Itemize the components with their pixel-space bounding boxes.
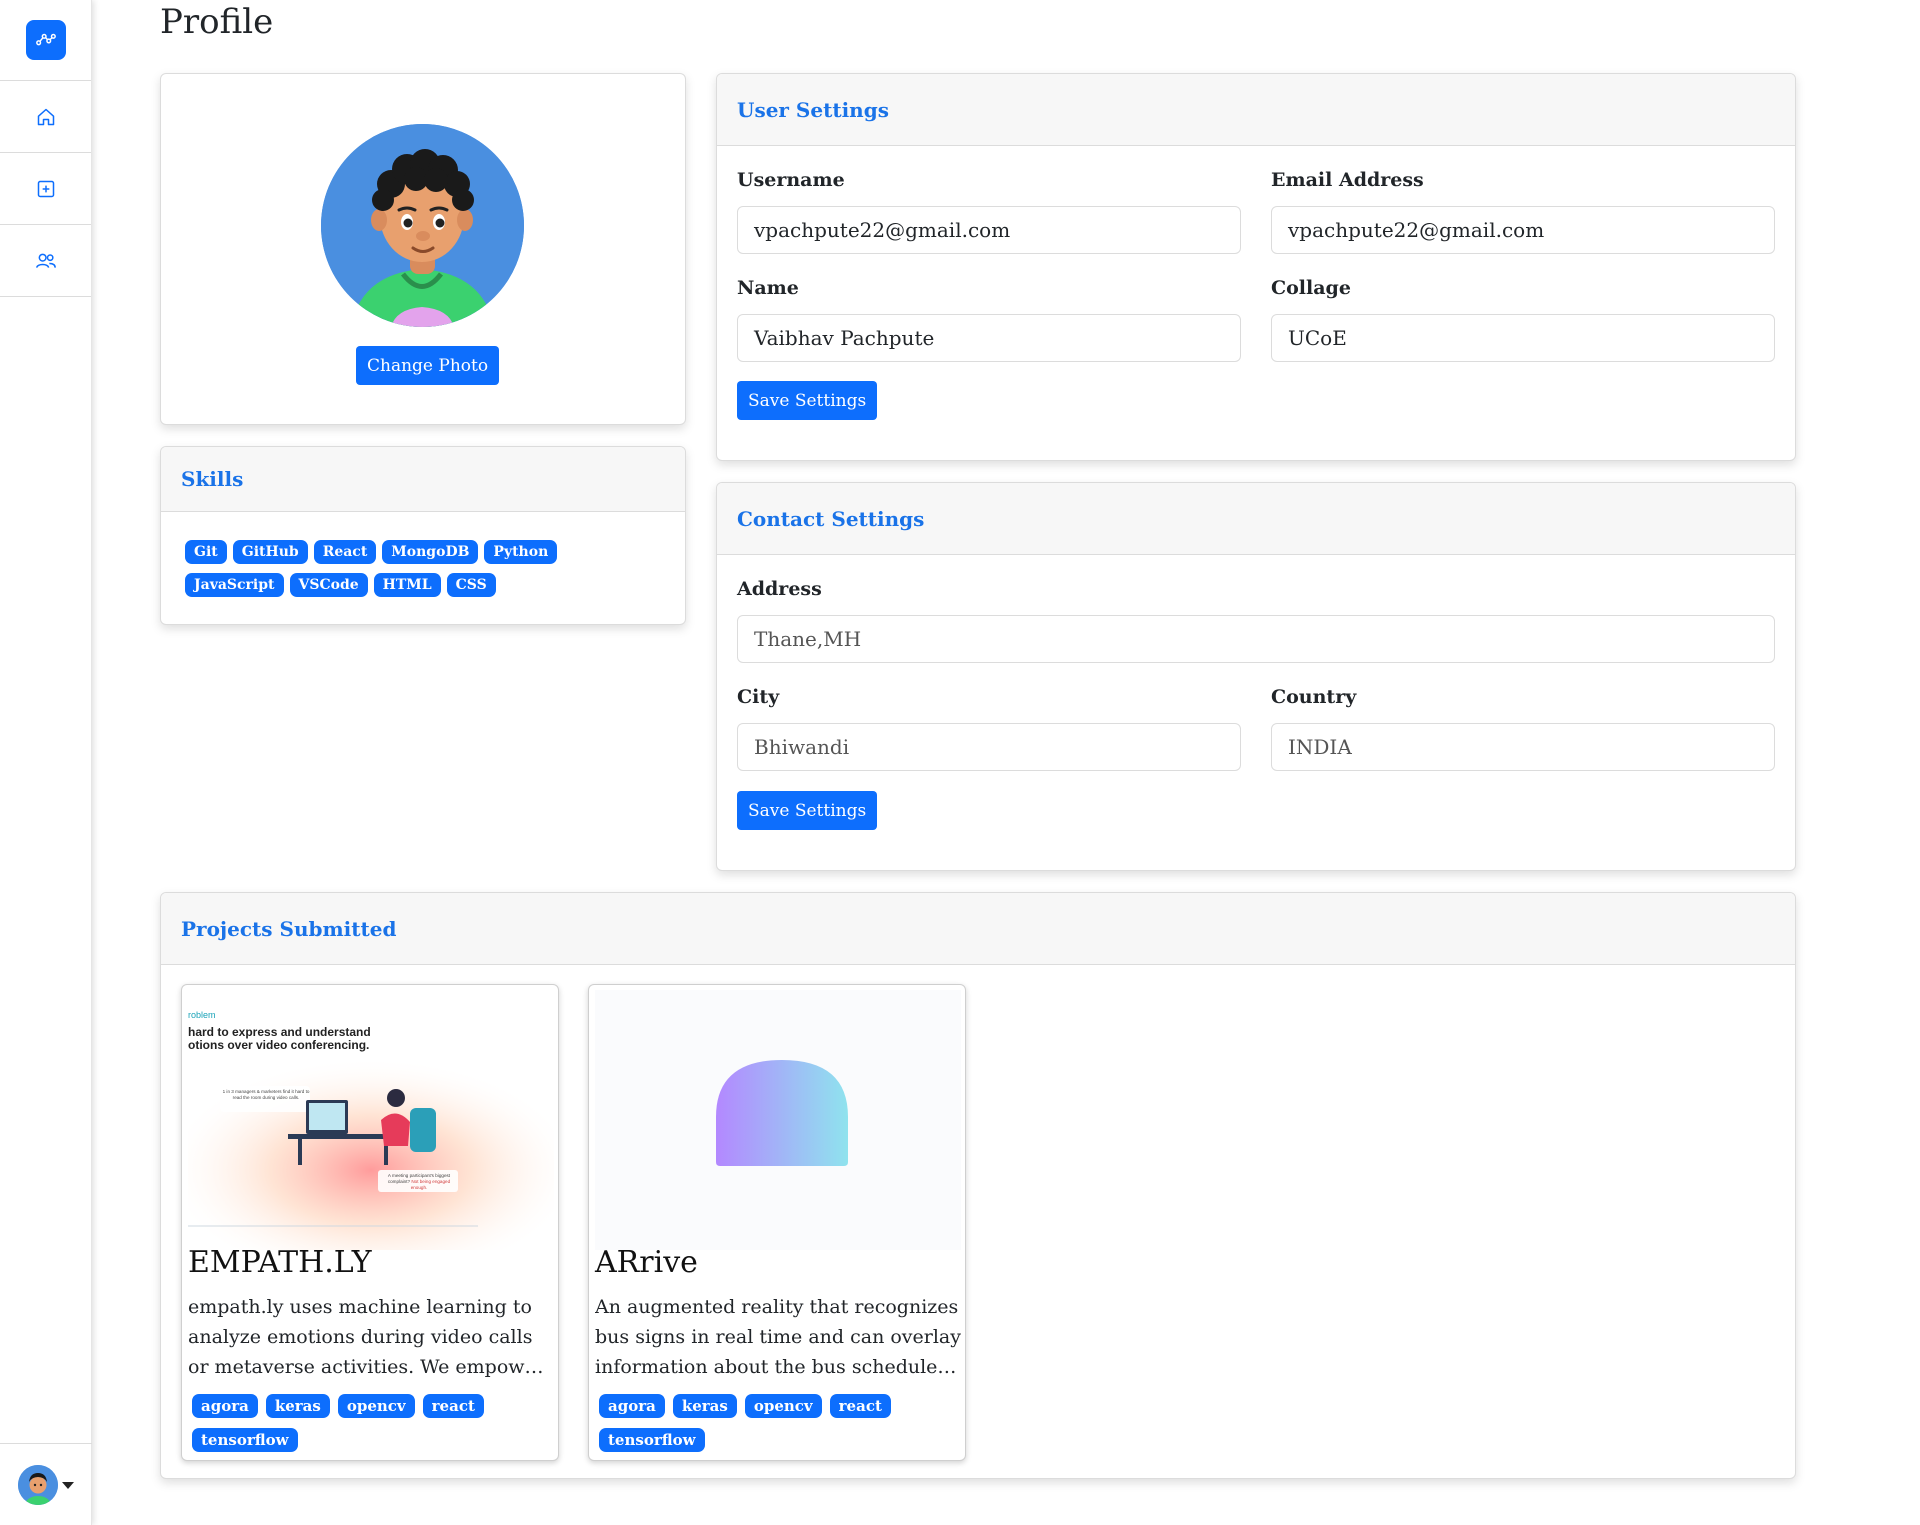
sidebar-item-users[interactable]	[0, 225, 91, 297]
tag-badge: react	[829, 1394, 891, 1418]
skills-list: Git GitHub React MongoDB Python JavaScript VS…	[185, 540, 655, 606]
skill-badge: MongoDB	[382, 540, 479, 564]
email-label: Email Address	[1271, 169, 1424, 191]
app-logo[interactable]	[25, 20, 66, 60]
logo-container	[0, 0, 91, 81]
skills-title: Skills	[181, 467, 244, 491]
username-field[interactable]: vpachpute22@gmail.com	[737, 206, 1241, 254]
chevron-down-icon	[62, 1482, 74, 1489]
tag-badge: agora	[599, 1394, 665, 1418]
user-settings-card: User Settings Username vpachpute22@gmail…	[716, 73, 1796, 461]
tag-badge: keras	[672, 1394, 737, 1418]
city-label: City	[737, 686, 780, 708]
projects-title: Projects Submitted	[181, 916, 397, 941]
skills-header: Skills	[161, 447, 685, 512]
profile-photo-card: Change Photo	[160, 73, 686, 425]
tag-badge: tensorflow	[192, 1428, 298, 1452]
address-label: Address	[737, 578, 822, 600]
address-field[interactable]: Thane,MH	[737, 615, 1775, 663]
city-field[interactable]: Bhiwandi	[737, 723, 1241, 771]
save-user-settings-button[interactable]: Save Settings	[737, 381, 878, 420]
thumbnail-callout-2-emphasis: Not being engaged enough.	[410, 1178, 451, 1190]
skill-badge: JavaScript	[185, 573, 284, 597]
thumbnail-callout-1: 1 in 3 managers & marketers find it hard…	[222, 1089, 310, 1100]
country-field[interactable]: INDIA	[1271, 723, 1775, 771]
save-contact-settings-button[interactable]: Save Settings	[737, 791, 878, 830]
skill-badge: GitHub	[232, 540, 308, 564]
sidebar	[0, 0, 92, 1525]
user-settings-header: User Settings	[717, 74, 1795, 146]
skill-badge: Python	[484, 540, 558, 564]
name-field[interactable]: Vaibhav Pachpute	[737, 314, 1241, 362]
home-icon	[37, 108, 54, 125]
skill-badge: CSS	[446, 573, 496, 597]
thumbnail-kicker: roblem	[188, 1010, 216, 1020]
email-field[interactable]: vpachpute22@gmail.com	[1271, 206, 1775, 254]
project-description: An augmented reality that recognizes bus…	[595, 1296, 961, 1378]
tag-badge: react	[422, 1394, 484, 1418]
tag-badge: opencv	[744, 1394, 822, 1418]
user-settings-title: User Settings	[737, 97, 889, 122]
tag-badge: opencv	[337, 1394, 415, 1418]
change-photo-button[interactable]: Change Photo	[356, 346, 500, 385]
tag-badge: agora	[192, 1394, 258, 1418]
contact-settings-header: Contact Settings	[717, 483, 1795, 555]
add-square-icon	[37, 180, 54, 197]
project-card[interactable]: roblem hard to express and understand ot…	[181, 984, 559, 1461]
country-label: Country	[1271, 686, 1357, 708]
thumbnail-headline-1: hard to express and understand	[188, 1025, 371, 1039]
skill-badge: HTML	[373, 573, 441, 597]
page-title: Profile	[160, 2, 274, 42]
project-thumbnail	[595, 990, 961, 1250]
project-description: empath.ly uses machine learning to analy…	[188, 1296, 545, 1378]
project-title[interactable]: EMPATH.LY	[188, 1245, 372, 1280]
skill-badge: VSCode	[289, 573, 368, 597]
name-label: Name	[737, 277, 799, 299]
tag-badge: tensorflow	[599, 1428, 705, 1452]
project-tags: agora keras opencv react tensorflow	[599, 1394, 959, 1460]
contact-settings-title: Contact Settings	[737, 506, 925, 531]
sidebar-item-home[interactable]	[0, 81, 91, 153]
project-title[interactable]: ARrive	[595, 1245, 698, 1280]
skill-badge: React	[313, 540, 377, 564]
contact-settings-card: Contact Settings Address Thane,MH City B…	[716, 482, 1796, 871]
profile-avatar	[321, 124, 524, 327]
project-card[interactable]: ARrive An augmented reality that recogni…	[588, 984, 966, 1461]
project-thumbnail: roblem hard to express and understand ot…	[188, 990, 554, 1250]
sidebar-item-add[interactable]	[0, 153, 91, 225]
college-field[interactable]: UCoE	[1271, 314, 1775, 362]
user-menu[interactable]	[0, 1443, 92, 1525]
users-icon	[35, 253, 56, 268]
username-label: Username	[737, 169, 845, 191]
avatar	[18, 1464, 58, 1505]
skills-card: Skills Git GitHub React MongoDB Python JavaS…	[160, 446, 686, 625]
network-logo-icon	[35, 33, 56, 46]
tag-badge: keras	[265, 1394, 330, 1418]
thumbnail-headline-2: otions over video conferencing.	[188, 1038, 369, 1052]
skill-badge: Git	[185, 540, 227, 564]
project-tags: agora keras opencv react tensorflow	[192, 1394, 552, 1460]
projects-header: Projects Submitted	[161, 893, 1795, 965]
projects-card: Projects Submitted roblem hard to expres…	[160, 892, 1796, 1479]
college-label: Collage	[1271, 277, 1351, 299]
